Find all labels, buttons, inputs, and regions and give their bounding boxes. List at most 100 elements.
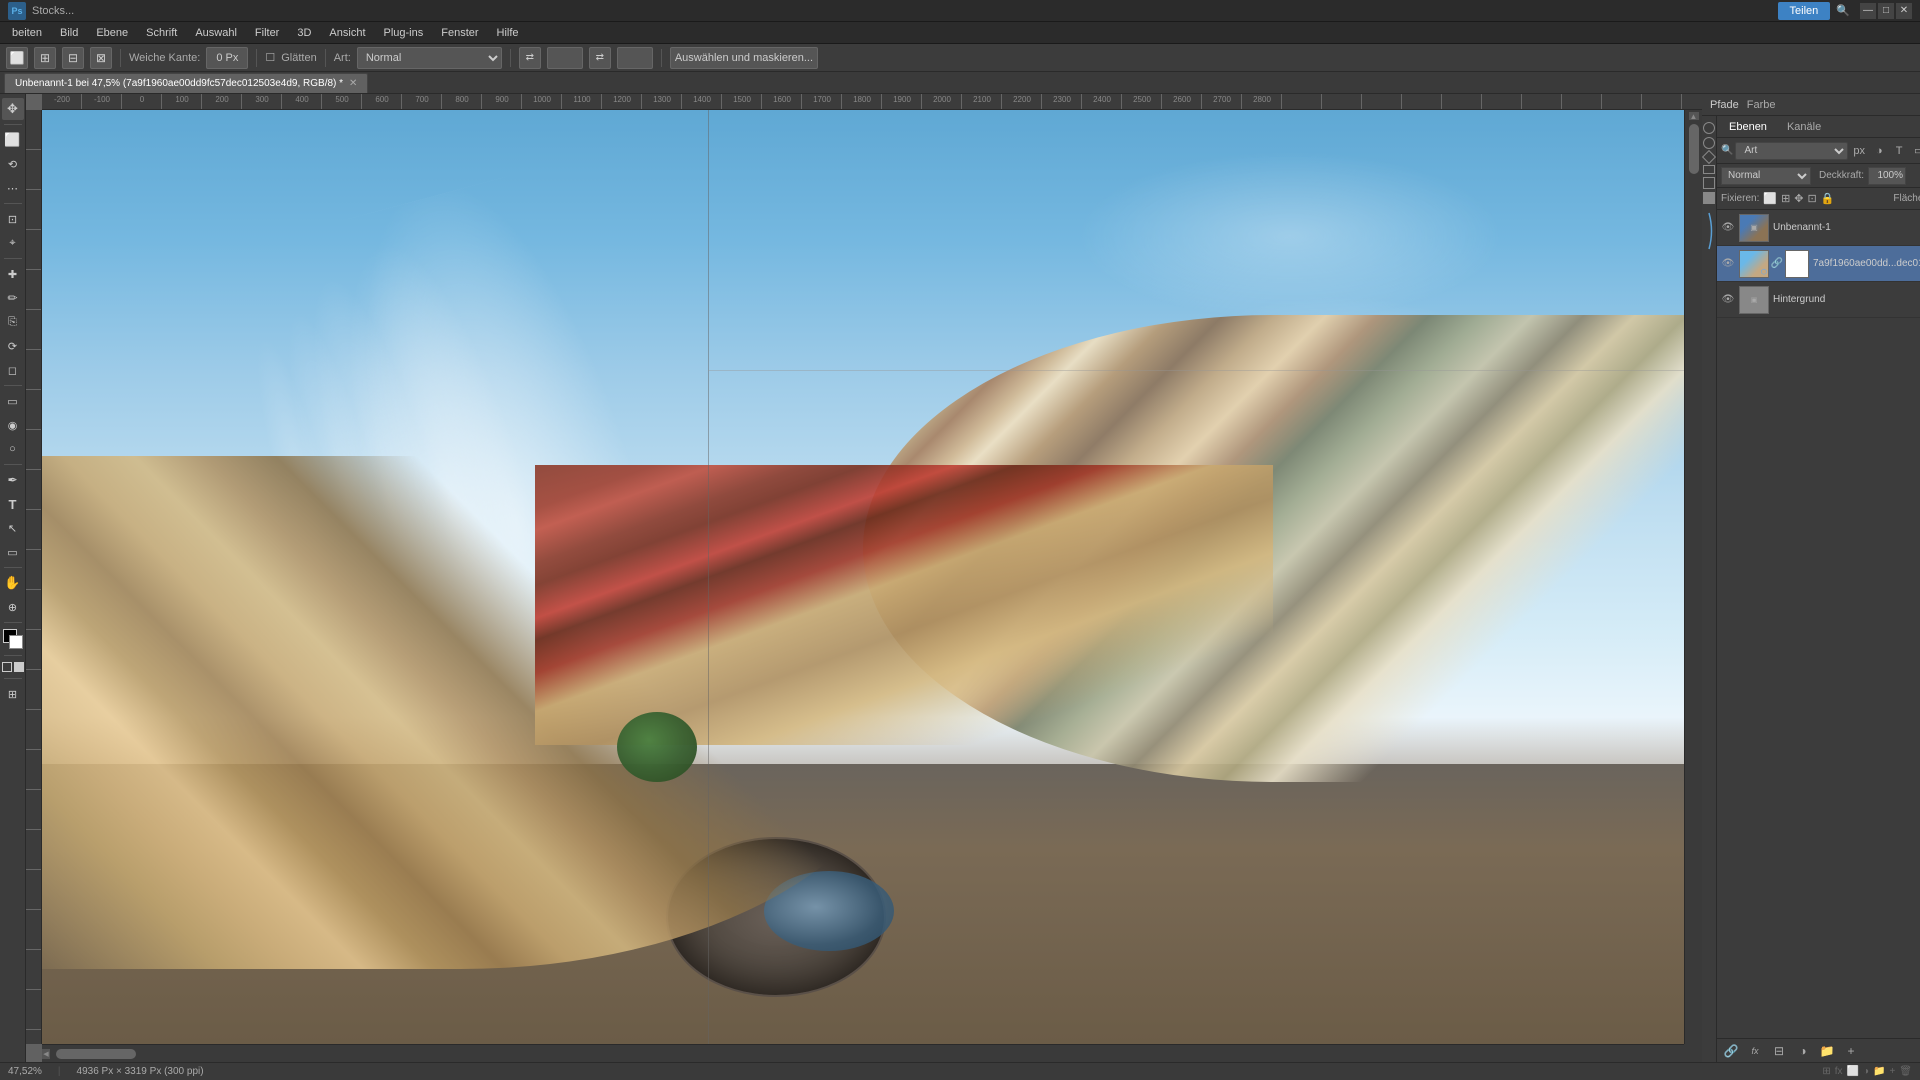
- hscroll-thumb[interactable]: [56, 1049, 136, 1059]
- layer-eye-hintergrund[interactable]: 👁: [1721, 293, 1735, 307]
- height-input[interactable]: [617, 47, 653, 69]
- gradient-tool[interactable]: ▭: [2, 390, 24, 412]
- selection-mode-intersect[interactable]: ⊠: [90, 47, 112, 69]
- lock-all-icon[interactable]: 🔒: [1821, 192, 1835, 205]
- maximize-button[interactable]: □: [1878, 3, 1894, 19]
- title-bar-left: Ps Stocks...: [8, 2, 74, 20]
- layer-item-smart[interactable]: 👁 ⬡ 🔗 7a9f1960ae00dd...dec012503e4d9: [1717, 246, 1920, 282]
- layers-filter-adj[interactable]: ◑: [1870, 142, 1888, 160]
- menu-auswahl[interactable]: Auswahl: [187, 25, 245, 41]
- document-tab[interactable]: Unbenannt-1 bei 47,5% (7a9f1960ae00dd9fc…: [4, 73, 368, 93]
- width-input[interactable]: [547, 47, 583, 69]
- quick-mask-off[interactable]: [2, 662, 12, 672]
- pen-tool[interactable]: ✒: [2, 469, 24, 491]
- layers-filter-type[interactable]: T: [1890, 142, 1908, 160]
- vscroll-bar[interactable]: ▲: [1684, 110, 1702, 1044]
- share-button[interactable]: Teilen: [1778, 2, 1831, 20]
- curve-icon[interactable]: [1702, 211, 1716, 254]
- menu-filter[interactable]: Filter: [247, 25, 287, 41]
- rect-icon[interactable]: [1703, 165, 1715, 174]
- layer-eye-smart[interactable]: 👁: [1721, 257, 1735, 271]
- tab-close-btn[interactable]: ✕: [349, 78, 357, 89]
- square-icon[interactable]: [1703, 177, 1715, 189]
- art-select[interactable]: Normal Gebunden Festes Seitenverhältnis …: [357, 47, 502, 69]
- healing-tool[interactable]: ✚: [2, 263, 24, 285]
- close-button[interactable]: ✕: [1896, 3, 1912, 19]
- circle-outline-icon[interactable]: [1703, 137, 1715, 149]
- shape-tool[interactable]: ▭: [2, 541, 24, 563]
- new-group-btn[interactable]: 📁: [1817, 1042, 1837, 1060]
- bottom-right-icons: ⊞ fx ⬜ ◑ 📁 + 🗑: [1822, 1066, 1912, 1077]
- marquee-tool[interactable]: ⬜: [2, 129, 24, 151]
- minimize-button[interactable]: —: [1860, 3, 1876, 19]
- layer-eye-unbenannt1[interactable]: 👁: [1721, 221, 1735, 235]
- menu-plugins[interactable]: Plug-ins: [376, 25, 432, 41]
- menu-hilfe[interactable]: Hilfe: [489, 25, 527, 41]
- opacity-input[interactable]: [1868, 167, 1906, 185]
- adjustment-btn[interactable]: ◑: [1793, 1042, 1813, 1060]
- quick-mask-on[interactable]: [14, 662, 24, 672]
- status-icon3: ⬜: [1847, 1066, 1859, 1077]
- lock-gradient-icon[interactable]: ⊞: [1781, 192, 1790, 205]
- glitter-checkbox[interactable]: ☐: [265, 51, 275, 64]
- status-bar: 47,52% | 4936 Px × 3319 Px (300 ppi) ⊞ f…: [0, 1062, 1920, 1080]
- zoom-tool[interactable]: ⊕: [2, 596, 24, 618]
- hand-tool[interactable]: ✋: [2, 572, 24, 594]
- kanaele-tab[interactable]: Kanäle: [1779, 119, 1829, 135]
- menu-3d[interactable]: 3D: [289, 25, 319, 41]
- background-color[interactable]: [9, 635, 23, 649]
- layer-fx-btn[interactable]: fx: [1745, 1042, 1765, 1060]
- swap-icon2[interactable]: ⇄: [589, 47, 611, 69]
- menu-ebene[interactable]: Ebene: [88, 25, 136, 41]
- selection-mode-subtract[interactable]: ⊟: [62, 47, 84, 69]
- menu-ansicht[interactable]: Ansicht: [321, 25, 373, 41]
- menu-beiten[interactable]: beiten: [4, 25, 50, 41]
- color-tab[interactable]: Farbe: [1747, 99, 1776, 111]
- selection-mode-new[interactable]: ⬜: [6, 47, 28, 69]
- layer-item-unbenannt1[interactable]: 👁 ▣ Unbenannt-1: [1717, 210, 1920, 246]
- layers-filter-px[interactable]: px: [1850, 142, 1868, 160]
- menu-schrift[interactable]: Schrift: [138, 25, 185, 41]
- lock-move-icon[interactable]: ✥: [1794, 192, 1803, 205]
- dodge-tool[interactable]: ○: [2, 438, 24, 460]
- link-layers-btn[interactable]: 🔗: [1721, 1042, 1741, 1060]
- screen-mode[interactable]: ⊞: [2, 683, 24, 705]
- hscroll-bar[interactable]: ◀: [42, 1044, 1684, 1062]
- brush-tool[interactable]: ✏: [2, 287, 24, 309]
- add-mask-btn[interactable]: ⊟: [1769, 1042, 1789, 1060]
- new-layer-btn[interactable]: +: [1841, 1042, 1861, 1060]
- selection-mode-add[interactable]: ⊞: [34, 47, 56, 69]
- crop-tool[interactable]: ⊡: [2, 208, 24, 230]
- eraser-tool[interactable]: ◻: [2, 359, 24, 381]
- vscroll-thumb[interactable]: [1689, 124, 1699, 174]
- stocks-label[interactable]: Stocks...: [32, 5, 74, 17]
- lock-artboard-icon[interactable]: ⊡: [1808, 192, 1817, 205]
- path-selection-tool[interactable]: ↖: [2, 517, 24, 539]
- paths-tab[interactable]: Pfade: [1710, 99, 1739, 111]
- text-tool[interactable]: T: [2, 493, 24, 515]
- ebenen-tab[interactable]: Ebenen: [1721, 119, 1775, 135]
- circle-shape-icon[interactable]: [1703, 122, 1715, 134]
- eyedropper-tool[interactable]: ⌖: [2, 232, 24, 254]
- diamond-icon[interactable]: [1702, 150, 1716, 164]
- history-tool[interactable]: ⟳: [2, 335, 24, 357]
- layers-kind-select[interactable]: Art Name Effekt: [1735, 142, 1848, 160]
- layers-filter-shape[interactable]: ▭: [1910, 142, 1920, 160]
- swap-wh-icon[interactable]: ⇄: [519, 47, 541, 69]
- clone-tool[interactable]: ⎘: [2, 311, 24, 333]
- layer-item-hintergrund[interactable]: 👁 ▣ Hintergrund 🔒: [1717, 282, 1920, 318]
- blur-tool[interactable]: ◉: [2, 414, 24, 436]
- canvas-content[interactable]: [42, 110, 1684, 1044]
- square-alt-icon[interactable]: [1703, 192, 1715, 204]
- lasso-tool[interactable]: ⟲: [2, 153, 24, 175]
- search-icon[interactable]: 🔍: [1836, 4, 1850, 17]
- select-mask-button[interactable]: Auswählen und maskieren...: [670, 47, 818, 69]
- lock-px-icon[interactable]: ⬜: [1763, 192, 1777, 205]
- move-tool[interactable]: ✥: [2, 98, 24, 120]
- blend-mode-select[interactable]: Normal Auflösen Abdunkeln Multiplizieren: [1721, 167, 1811, 185]
- status-icon4: ◑: [1863, 1066, 1869, 1077]
- magic-wand-tool[interactable]: ⋯: [2, 177, 24, 199]
- soft-edge-input[interactable]: [206, 47, 248, 69]
- menu-bild[interactable]: Bild: [52, 25, 86, 41]
- menu-fenster[interactable]: Fenster: [433, 25, 486, 41]
